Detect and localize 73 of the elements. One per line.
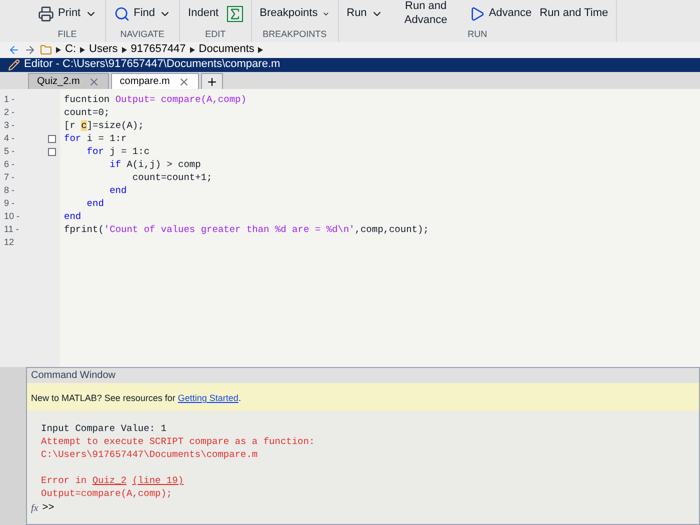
printer-icon: [38, 6, 54, 22]
console-line: C:\Users\917657447\Documents\compare.m: [41, 448, 258, 462]
path-segment[interactable]: Documents: [198, 41, 254, 58]
fx-icon: fx: [31, 501, 38, 516]
editor-tab[interactable]: compare.m: [110, 73, 199, 90]
console-line: Output=compare(A,comp);: [41, 487, 172, 502]
toolstrip-button[interactable]: Run: [346, 7, 383, 21]
play-icon: [468, 6, 485, 22]
console-line: Attempt to execute SCRIPT compare as a function:: [41, 435, 315, 450]
path-segment[interactable]: 917657447: [130, 41, 186, 58]
fold-icon[interactable]: [48, 148, 56, 156]
toolstrip-button[interactable]: Breakpoints: [260, 7, 330, 21]
toolstrip-button[interactable]: Run and Advance: [390, 0, 461, 28]
section-label: FILE: [56, 28, 78, 42]
console-line: Error in Quiz_2 (line 19): [41, 474, 184, 488]
line-number: 3 -: [3, 119, 15, 132]
close-icon[interactable]: [88, 76, 100, 88]
toolstrip-button[interactable]: Print: [38, 6, 97, 22]
section-label: RUN: [466, 28, 488, 42]
code-line: for i = 1:r: [64, 132, 127, 146]
getting-started-link[interactable]: Getting Started: [178, 393, 238, 403]
code-line: for j = 1:c: [86, 144, 150, 159]
code-line: end: [86, 196, 104, 211]
toolstrip-button[interactable]: [226, 6, 243, 22]
line-number: 1 -: [3, 93, 15, 106]
line-number: 5 -: [3, 145, 15, 158]
forward-icon[interactable]: [24, 44, 36, 56]
code-line: count=count+1;: [131, 170, 212, 185]
plus-icon: [206, 76, 218, 88]
path-segment[interactable]: Users: [89, 41, 118, 58]
line-number: 7 -: [3, 171, 15, 184]
chevron-right-icon: [122, 46, 127, 53]
code-line: end: [64, 210, 82, 224]
code-line: if A(i,j) > comp: [108, 158, 201, 172]
line-number: 9 -: [3, 197, 15, 210]
line-number: 10 -: [3, 210, 20, 224]
editor-title: Editor - C:\Users\917657447\Documents\compare.m: [24, 57, 280, 72]
console-line: Input Compare Value: 1: [41, 422, 166, 436]
line-number: 12: [3, 236, 14, 250]
chevron-right-icon: [190, 46, 195, 53]
chevron-right-icon: [56, 46, 61, 53]
fold-icon[interactable]: [48, 134, 56, 143]
section-label: BREAKPOINTS: [262, 28, 328, 42]
code-line: fucntion Output= compare(A,comp): [64, 92, 246, 107]
toolstrip-button[interactable]: Run and Time: [540, 7, 608, 21]
editor-tab[interactable]: Quiz_2.m: [28, 73, 109, 90]
line-number: 4 -: [3, 132, 15, 146]
section-label: NAVIGATE: [119, 28, 166, 42]
chevron-right-icon: [80, 46, 85, 53]
pencil-icon: [8, 58, 20, 71]
toolstrip-button[interactable]: Indent: [188, 7, 219, 21]
sigma-icon: [226, 6, 243, 22]
back-icon[interactable]: [8, 44, 20, 56]
line-number: 2 -: [3, 106, 15, 120]
close-icon[interactable]: [178, 76, 190, 88]
code-line: count=0;: [64, 106, 110, 120]
code-line: end: [108, 184, 127, 198]
line-number: 8 -: [3, 184, 15, 198]
search-icon: [114, 6, 130, 22]
code-line: fprint('Count of values greater than %d are = %d\n',comp,count);: [64, 222, 429, 237]
line-number: 11 -: [3, 223, 19, 236]
code-line: [r c]=size(A);: [64, 118, 144, 133]
line-number: 6 -: [3, 158, 15, 172]
panel-title: Command Window: [27, 368, 699, 383]
toolstrip-button[interactable]: Find: [114, 6, 172, 22]
section-label: EDIT: [204, 28, 227, 42]
banner-text: New to MATLAB? See resources for Getting Started.: [31, 393, 241, 403]
path-segment[interactable]: C:: [65, 41, 76, 58]
new-tab-button[interactable]: [200, 73, 223, 90]
folder-icon[interactable]: [40, 44, 52, 56]
toolstrip-button[interactable]: Advance: [468, 6, 532, 22]
chevron-right-icon: [258, 46, 264, 53]
command-prompt[interactable]: >>: [42, 501, 54, 516]
